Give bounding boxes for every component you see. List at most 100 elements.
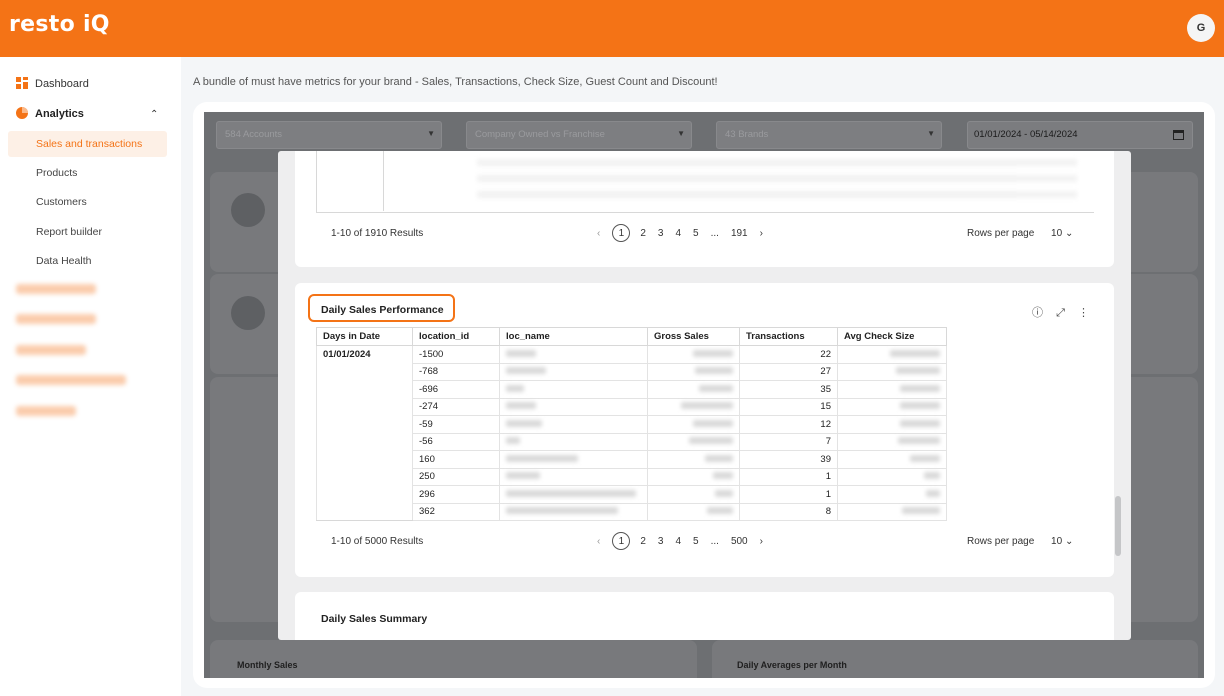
gross-sales-cell [647,415,740,434]
app-logo[interactable]: resto iQ [9,12,110,37]
redacted-value [693,419,733,427]
page-button[interactable]: 5 [693,228,699,239]
date-range-picker[interactable]: 01/01/2024 - 05/14/2024 [967,121,1193,149]
info-icon[interactable]: ⓘ [1032,307,1043,319]
transactions-cell: 22 [739,345,838,364]
redacted-value [695,367,733,375]
sidebar-item-dashboard[interactable]: Dashboard [0,71,181,97]
prev-page-button[interactable]: ‹ [597,536,600,547]
sidebar-item-analytics[interactable]: Analytics ⌃ [0,101,181,127]
daily-sales-performance-title: Daily Sales Performance [321,304,444,316]
location-id-cell: -59 [412,415,500,434]
loc-name-cell [499,502,648,521]
redacted-value [705,454,733,462]
filter-value: 584 Accounts [225,129,283,140]
dropdown-arrow-icon: ▼ [927,129,935,138]
gross-sales-cell [647,432,740,451]
page-button[interactable]: 191 [731,228,748,239]
redacted-value [713,472,733,480]
gross-sales-cell [647,485,740,504]
next-page-button[interactable]: › [760,536,763,547]
redacted-value [699,384,733,392]
transactions-cell: 15 [739,397,838,416]
loc-name-cell [499,345,648,364]
transactions-icon [231,296,265,330]
ownership-filter[interactable]: Company Owned vs Franchise ▼ [466,121,692,149]
location-id-cell: 250 [412,467,500,486]
page-button[interactable]: 3 [658,228,664,239]
daily-sales-table: Days in Date location_id loc_name Gross … [316,327,947,521]
accounts-filter[interactable]: 584 Accounts ▼ [216,121,442,149]
filter-value: Company Owned vs Franchise [475,129,605,140]
column-header[interactable]: Avg Check Size [837,327,947,346]
transactions-cell: 7 [739,432,838,451]
transactions-cell: 12 [739,415,838,434]
calendar-icon [1173,130,1184,140]
filter-value: 43 Brands [725,129,769,140]
column-header[interactable]: loc_name [499,327,648,346]
more-options-icon[interactable]: ⋮ [1078,307,1089,319]
expanded-report-modal: 1-10 of 1910 Results ‹ 1 2 3 4 5 ... 191… [278,151,1131,640]
redacted-value [890,349,940,357]
loc-name-cell [499,415,648,434]
chevron-up-icon[interactable]: ⌃ [150,109,158,120]
modal-scrollbar[interactable] [1115,496,1121,556]
page-button[interactable]: 500 [731,536,748,547]
column-header[interactable]: Days in Date [316,327,413,346]
redacted-value [681,402,733,410]
rows-per-page-select[interactable]: 10 ⌄ [1051,228,1073,239]
page-ellipsis: ... [710,227,719,239]
redacted-value [693,349,733,357]
page-button[interactable]: 2 [640,536,646,547]
page-button[interactable]: 5 [693,536,699,547]
sidebar-item-label: Data Health [36,255,92,267]
rows-per-page-select[interactable]: 10 ⌄ [1051,536,1073,547]
page-button[interactable]: 4 [675,228,681,239]
brands-filter[interactable]: 43 Brands ▼ [716,121,942,149]
sidebar-item-label: Dashboard [35,78,89,90]
user-avatar[interactable]: G [1187,14,1215,42]
redacted-value [900,384,940,392]
rows-per-page-label: Rows per page [967,536,1035,547]
table-row: 01/01/2024 -1500 22 [316,345,947,521]
sidebar-item-customers[interactable]: Customers [0,189,181,215]
page-button[interactable]: 4 [675,536,681,547]
sales-icon [231,193,265,227]
page-ellipsis: ... [710,535,719,547]
column-header[interactable]: Gross Sales [647,327,740,346]
loc-name-cell [499,362,648,381]
monthly-sales-title: Monthly Sales [237,660,298,670]
dropdown-arrow-icon: ▼ [427,129,435,138]
sidebar-item-sales-and-transactions[interactable]: Sales and transactions [8,131,167,157]
prev-page-button[interactable]: ‹ [597,228,600,239]
monthly-sales-card [210,640,697,678]
daily-averages-card [712,640,1198,678]
redacted-value [902,507,940,515]
redacted-value [715,489,733,497]
loc-name-cell [499,450,648,469]
sidebar-item-report-builder[interactable]: Report builder [0,219,181,245]
sidebar-item-data-health[interactable]: Data Health [0,248,181,274]
daily-averages-title: Daily Averages per Month [737,660,847,670]
page-button[interactable]: 1 [612,532,631,550]
next-page-button[interactable]: › [760,228,763,239]
sidebar-item-label: Analytics [35,108,84,120]
avg-check-size-cell [837,432,947,451]
avg-check-size-cell [837,415,947,434]
sidebar-item-products[interactable]: Products [0,160,181,186]
expand-icon[interactable]: ⤢ [1056,307,1065,319]
gross-sales-cell [647,397,740,416]
top-table-card: 1-10 of 1910 Results ‹ 1 2 3 4 5 ... 191… [295,151,1114,267]
column-header[interactable]: Transactions [739,327,838,346]
page-button[interactable]: 1 [612,224,631,242]
redacted-value [898,437,940,445]
page-tagline: A bundle of must have metrics for your b… [193,76,718,88]
daily-sales-rows-per-page: Rows per page 10 ⌄ [967,536,1073,547]
transactions-cell: 1 [739,467,838,486]
page-button[interactable]: 2 [640,228,646,239]
loc-name-cell [499,432,648,451]
redacted-value [924,472,940,480]
page-button[interactable]: 3 [658,536,664,547]
redacted-value [900,419,940,427]
column-header[interactable]: location_id [412,327,500,346]
